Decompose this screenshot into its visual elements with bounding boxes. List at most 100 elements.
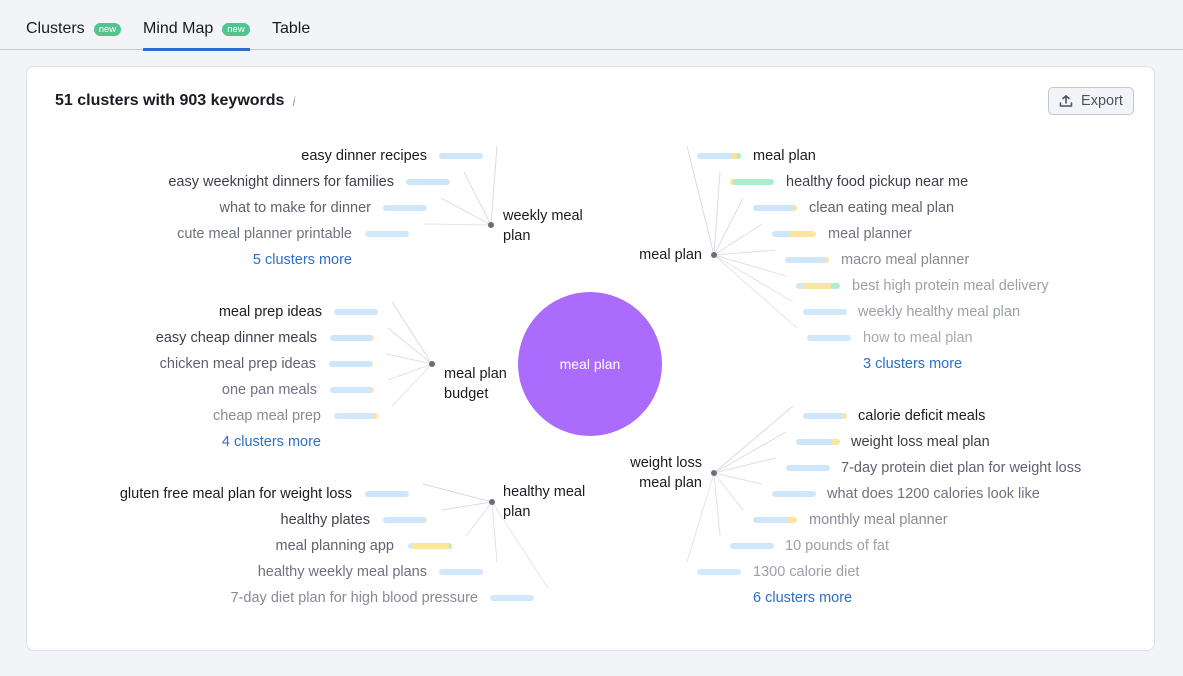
keyword-item[interactable]: healthy weekly meal plans bbox=[258, 563, 427, 581]
intent-bar bbox=[439, 153, 483, 159]
clusters-summary: 51 clusters with 903 keywords bbox=[55, 92, 285, 109]
tab-label: Mind Map bbox=[143, 20, 214, 37]
keyword-item[interactable]: weekly healthy meal plan bbox=[858, 303, 1020, 321]
intent-segment-info bbox=[439, 153, 483, 159]
intent-segment-info bbox=[365, 231, 409, 237]
cluster-node-label[interactable]: healthy meal plan bbox=[503, 482, 603, 522]
keyword-item[interactable]: chicken meal prep ideas bbox=[160, 355, 316, 373]
intent-segment-info bbox=[439, 569, 482, 575]
keyword-item[interactable]: meal planner bbox=[828, 225, 912, 243]
cluster-node-label[interactable]: weekly meal plan bbox=[503, 206, 603, 246]
intent-segment-info bbox=[753, 517, 789, 523]
tab-label: Clusters bbox=[26, 20, 85, 37]
tab-label: Table bbox=[272, 20, 311, 37]
keyword-item[interactable]: clean eating meal plan bbox=[809, 199, 954, 217]
intent-segment-info bbox=[753, 205, 793, 211]
keyword-item[interactable]: easy weeknight dinners for families bbox=[168, 173, 394, 191]
intent-segment-info bbox=[330, 335, 372, 341]
export-button[interactable]: Export bbox=[1048, 87, 1134, 115]
more-clusters-link[interactable]: 6 clusters more bbox=[753, 589, 852, 607]
cluster-node-dot bbox=[429, 361, 435, 367]
keyword-item[interactable]: what does 1200 calories look like bbox=[827, 485, 1040, 503]
intent-segment-info bbox=[365, 491, 409, 497]
keyword-item[interactable]: easy dinner recipes bbox=[301, 147, 427, 165]
intent-bar bbox=[807, 335, 851, 341]
tab-mind-map[interactable]: Mind Map new bbox=[143, 18, 250, 51]
keyword-item[interactable]: one pan meals bbox=[222, 381, 317, 399]
export-label: Export bbox=[1081, 93, 1123, 109]
intent-bar bbox=[730, 543, 774, 549]
intent-segment-info bbox=[330, 387, 371, 393]
info-icon[interactable]: i bbox=[292, 94, 295, 109]
keyword-item[interactable]: 1300 calorie diet bbox=[753, 563, 859, 581]
intent-segment-info bbox=[786, 465, 830, 471]
intent-bar bbox=[753, 517, 797, 523]
keyword-item[interactable]: best high protein meal delivery bbox=[852, 277, 1049, 295]
cluster-node-dot bbox=[489, 499, 495, 505]
more-clusters-link[interactable]: 3 clusters more bbox=[863, 355, 962, 373]
intent-segment-info bbox=[334, 413, 374, 419]
intent-bar bbox=[753, 205, 797, 211]
intent-bar bbox=[785, 257, 829, 263]
more-clusters-link[interactable]: 5 clusters more bbox=[253, 251, 352, 269]
keyword-item[interactable]: what to make for dinner bbox=[219, 199, 371, 217]
intent-segment-info bbox=[383, 517, 426, 523]
keyword-item[interactable]: how to meal plan bbox=[863, 329, 973, 347]
cluster-node-label[interactable]: meal plan budget bbox=[444, 364, 524, 404]
intent-segment-comm bbox=[831, 439, 840, 445]
intent-segment-comm bbox=[410, 543, 450, 549]
intent-segment-info bbox=[796, 283, 803, 289]
cluster-node-dot bbox=[488, 222, 494, 228]
intent-bar bbox=[490, 595, 534, 601]
view-tabs: Clusters new Mind Map new Table bbox=[0, 0, 1183, 51]
keyword-item[interactable]: easy cheap dinner meals bbox=[156, 329, 317, 347]
intent-segment-info bbox=[383, 205, 427, 211]
intent-bar bbox=[408, 543, 452, 549]
cluster-node-label[interactable]: meal plan bbox=[622, 245, 702, 265]
intent-segment-info bbox=[803, 413, 843, 419]
intent-bar bbox=[730, 179, 774, 185]
keyword-item[interactable]: cheap meal prep bbox=[213, 407, 321, 425]
intent-segment-trans bbox=[733, 179, 774, 185]
keyword-item[interactable]: 10 pounds of fat bbox=[785, 537, 889, 555]
keyword-item[interactable]: 7-day protein diet plan for weight loss bbox=[841, 459, 1081, 477]
center-node-label: meal plan bbox=[559, 356, 621, 372]
intent-segment-trans bbox=[831, 283, 840, 289]
cluster-node-label[interactable]: weight loss meal plan bbox=[612, 453, 702, 493]
intent-bar bbox=[383, 205, 427, 211]
more-clusters-link[interactable]: 4 clusters more bbox=[222, 433, 321, 451]
intent-bar bbox=[365, 231, 409, 237]
keyword-item[interactable]: meal prep ideas bbox=[219, 303, 322, 321]
keyword-item[interactable]: meal plan bbox=[753, 147, 816, 165]
intent-segment-info bbox=[329, 361, 372, 367]
intent-bar bbox=[365, 491, 409, 497]
keyword-item[interactable]: meal planning app bbox=[275, 537, 394, 555]
tab-clusters[interactable]: Clusters new bbox=[26, 18, 122, 50]
intent-segment-info bbox=[807, 335, 851, 341]
keyword-item[interactable]: monthly meal planner bbox=[809, 511, 948, 529]
card-title: 51 clusters with 903 keywords i bbox=[55, 92, 295, 110]
keyword-item[interactable]: gluten free meal plan for weight loss bbox=[120, 485, 352, 503]
intent-bar bbox=[439, 569, 483, 575]
intent-bar bbox=[803, 413, 847, 419]
intent-segment-info bbox=[697, 569, 741, 575]
keyword-item[interactable]: macro meal planner bbox=[841, 251, 969, 269]
keyword-item[interactable]: healthy food pickup near me bbox=[786, 173, 968, 191]
intent-bar bbox=[796, 283, 840, 289]
keyword-item[interactable]: weight loss meal plan bbox=[851, 433, 990, 451]
intent-segment-comm bbox=[788, 517, 797, 523]
keyword-item[interactable]: healthy plates bbox=[281, 511, 370, 529]
intent-bar bbox=[697, 569, 741, 575]
keyword-item[interactable]: calorie deficit meals bbox=[858, 407, 985, 425]
intent-segment-info bbox=[406, 179, 450, 185]
intent-bar bbox=[786, 465, 830, 471]
cluster-node-dot bbox=[711, 252, 717, 258]
keyword-item[interactable]: cute meal planner printable bbox=[177, 225, 352, 243]
keyword-item[interactable]: 7-day diet plan for high blood pressure bbox=[231, 589, 478, 607]
intent-bar bbox=[772, 491, 816, 497]
tab-table[interactable]: Table bbox=[272, 18, 310, 50]
intent-bar bbox=[334, 413, 378, 419]
intent-bar bbox=[334, 309, 378, 315]
center-node[interactable]: meal plan bbox=[518, 292, 662, 436]
intent-bar bbox=[406, 179, 450, 185]
